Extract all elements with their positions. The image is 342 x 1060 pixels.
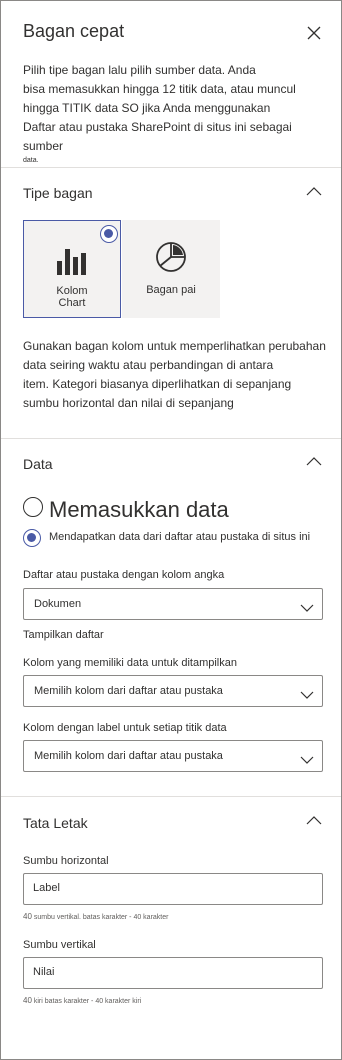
chart-type-column-tile[interactable]: Kolom Chart — [23, 220, 121, 318]
column-chart-icon — [56, 243, 90, 282]
intro-line: hingga TITIK data SO jika Anda menggunak… — [23, 101, 271, 115]
enter-data-radio[interactable] — [23, 497, 43, 517]
tile-label: Bagan pai — [146, 284, 196, 296]
vertical-axis-input[interactable] — [33, 966, 313, 978]
hint-text: kiri batas karakter - 40 karakter kiri — [33, 998, 142, 1005]
chevron-up-icon[interactable] — [306, 812, 322, 825]
data-column-dropdown[interactable]: Memilih kolom dari daftar atau pustaka — [23, 675, 323, 707]
vertical-axis-hint: 40 kiri batas karakter - 40 karakter kir… — [23, 996, 141, 1005]
horizontal-axis-label: Sumbu horizontal — [23, 855, 109, 867]
list-library-label: Daftar atau pustaka dengan kolom angka — [23, 569, 225, 581]
chevron-down-icon — [300, 752, 314, 764]
section-divider — [1, 167, 341, 168]
tile-label: Kolom — [56, 285, 88, 297]
vertical-axis-label: Sumbu vertikal — [23, 939, 96, 951]
vertical-axis-field[interactable] — [23, 957, 323, 989]
chevron-down-icon — [300, 600, 314, 612]
close-icon[interactable] — [304, 23, 324, 43]
horizontal-axis-input[interactable] — [33, 882, 313, 894]
dropdown-value: Memilih kolom dari daftar atau pustaka — [34, 750, 223, 762]
selected-radio-indicator — [100, 225, 118, 243]
dropdown-value: Memilih kolom dari daftar atau pustaka — [34, 685, 223, 697]
section-divider — [1, 438, 341, 439]
hint-number: 40 — [23, 912, 32, 921]
intro-line: bisa memasukkan hingga 12 titik data, at… — [23, 82, 296, 96]
show-list-link[interactable]: Tampilkan daftar — [23, 629, 104, 641]
list-data-radio[interactable] — [23, 529, 41, 547]
hint-text: sumbu vertikal. batas karakter - 40 kara… — [33, 914, 169, 921]
horizontal-axis-hint: 40 sumbu vertikal. batas karakter - 40 k… — [23, 912, 168, 921]
description-line: item. Kategori biasanya diperlihatkan di… — [23, 377, 292, 391]
chart-type-description: Gunakan bagan kolom untuk memperlihatkan… — [23, 337, 333, 413]
enter-data-label[interactable]: Memasukkan data — [49, 497, 229, 523]
section-title-layout: Tata Letak — [23, 815, 88, 831]
intro-text: Pilih tipe bagan lalu pilih sumber data.… — [23, 61, 333, 166]
list-library-dropdown[interactable]: Dokumen — [23, 588, 323, 620]
section-title-data: Data — [23, 456, 53, 472]
intro-line: Pilih tipe bagan lalu pilih sumber data.… — [23, 63, 256, 77]
chevron-up-icon[interactable] — [306, 183, 322, 196]
panel-title: Bagan cepat — [23, 21, 125, 41]
chevron-down-icon — [300, 687, 314, 699]
tile-label: Chart — [58, 297, 86, 309]
section-title-chart-type: Tipe bagan — [23, 185, 93, 201]
intro-line: data. — [23, 157, 39, 164]
section-divider — [1, 796, 341, 797]
description-line: data seiring waktu atau perbandingan di … — [23, 358, 274, 372]
description-line: Gunakan bagan kolom untuk memperlihatkan… — [23, 339, 326, 353]
hint-number: 40 — [23, 996, 32, 1005]
chevron-up-icon[interactable] — [306, 453, 322, 466]
quick-chart-panel: Bagan cepat Pilih tipe bagan lalu pilih … — [0, 0, 342, 1060]
description-line: sumbu horizontal dan nilai di sepanjang — [23, 396, 234, 410]
label-column-label: Kolom dengan label untuk setiap titik da… — [23, 722, 227, 734]
pie-chart-icon — [154, 240, 188, 279]
horizontal-axis-field[interactable] — [23, 873, 323, 905]
list-data-label[interactable]: Mendapatkan data dari daftar atau pustak… — [49, 531, 310, 543]
data-column-label: Kolom yang memiliki data untuk ditampilk… — [23, 657, 237, 669]
chart-type-pie-tile[interactable]: Bagan pai — [122, 220, 220, 318]
label-column-dropdown[interactable]: Memilih kolom dari daftar atau pustaka — [23, 740, 323, 772]
intro-line: Daftar atau pustaka SharePoint di situs … — [23, 120, 292, 153]
dropdown-value: Dokumen — [34, 598, 82, 610]
